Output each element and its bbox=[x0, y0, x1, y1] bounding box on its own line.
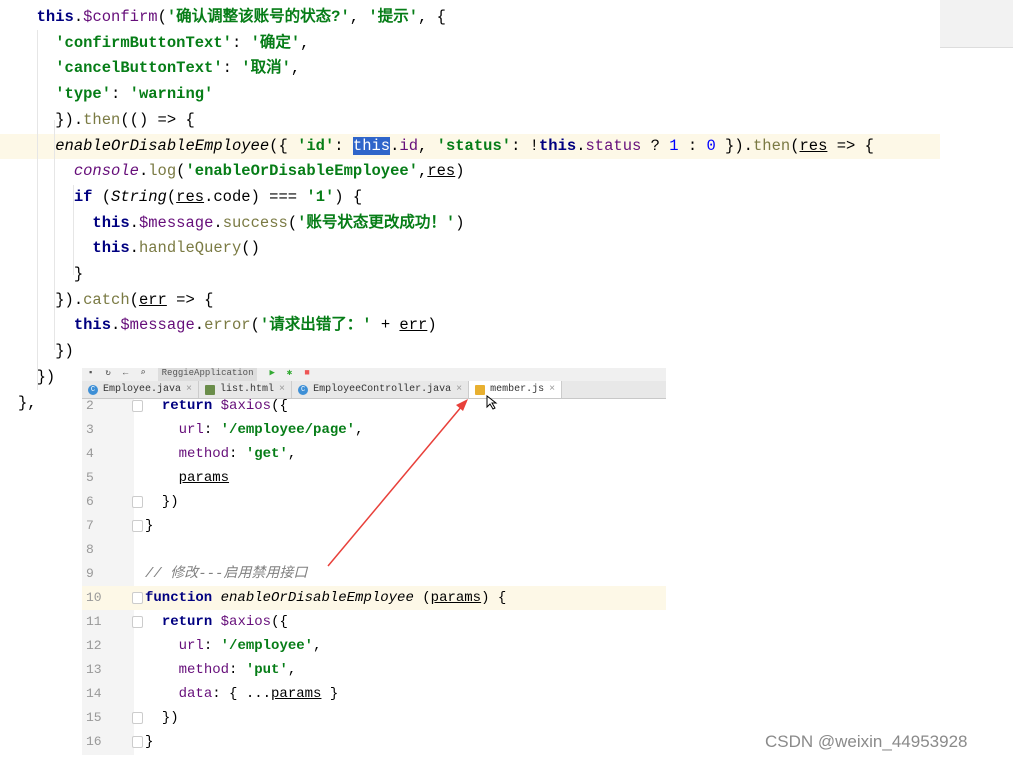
annotation-arrow bbox=[327, 399, 468, 567]
watermark: CSDN @weixin_44953928 bbox=[765, 732, 968, 751]
mouse-cursor-icon bbox=[486, 395, 498, 410]
